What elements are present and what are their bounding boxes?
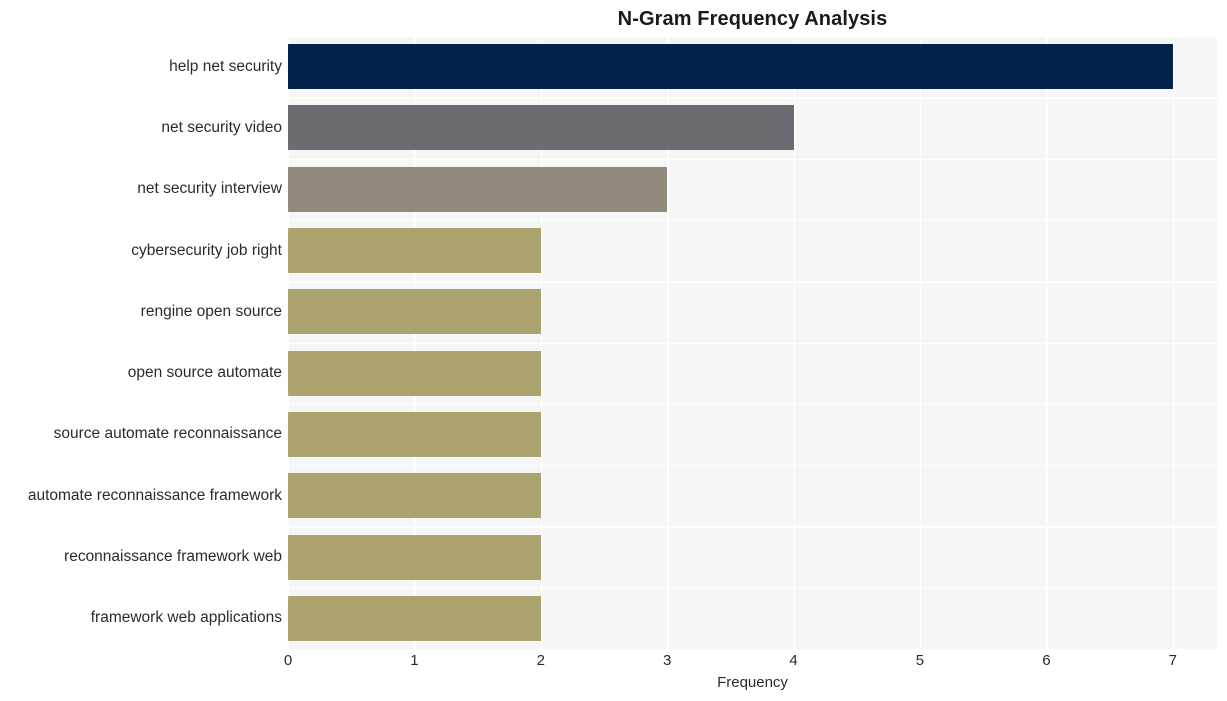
x-tick-label: 1 — [410, 652, 419, 669]
bar — [288, 289, 541, 335]
y-tick-label: automate reconnaissance framework — [27, 486, 282, 504]
bar — [288, 473, 541, 519]
y-tick-label: help net security — [169, 57, 282, 75]
x-tick-label: 5 — [915, 652, 925, 669]
gridline-horizontal — [288, 587, 1217, 590]
y-tick-label: reconnaissance framework web — [64, 548, 282, 566]
y-tick-label: rengine open source — [140, 302, 282, 320]
bar — [288, 411, 541, 457]
gridline-horizontal — [288, 36, 1217, 38]
gridline-horizontal — [288, 403, 1217, 406]
y-tick-label: net security interview — [137, 180, 282, 198]
x-axis-label: Frequency — [717, 674, 788, 691]
bar — [288, 595, 541, 641]
bar — [288, 166, 668, 212]
chart-figure: N-Gram Frequency Analysis help net secur… — [0, 0, 1227, 701]
y-axis-tick-labels: help net security net security video net s… — [0, 36, 282, 649]
x-tick-label: 3 — [663, 652, 672, 669]
bar — [288, 105, 794, 151]
y-tick-label: open source automate — [127, 364, 282, 382]
bar — [288, 350, 541, 396]
gridline-horizontal — [288, 97, 1217, 99]
x-tick-label: 4 — [789, 652, 798, 669]
gridline-horizontal — [288, 281, 1217, 283]
gridline-horizontal — [288, 342, 1217, 344]
x-tick-label: 2 — [536, 652, 545, 669]
plot-area — [288, 36, 1217, 651]
gridline-horizontal — [288, 526, 1217, 528]
y-tick-label: framework web applications — [90, 609, 282, 627]
gridline-horizontal — [288, 219, 1217, 222]
x-tick-label: 6 — [1042, 652, 1051, 669]
bar — [288, 44, 1173, 90]
x-tick-label: 7 — [1168, 652, 1177, 669]
y-tick-label: source automate reconnaissance — [53, 425, 282, 443]
x-axis-tick-labels: 0 1 2 3 4 5 6 7 — [284, 651, 1217, 673]
bar — [288, 534, 541, 580]
gridline-horizontal — [288, 158, 1217, 160]
y-tick-label: net security video — [161, 118, 282, 136]
gridline-horizontal — [288, 465, 1217, 467]
chart-title: N-Gram Frequency Analysis — [617, 8, 888, 30]
bar — [288, 228, 541, 274]
y-tick-label: cybersecurity job right — [131, 241, 282, 259]
x-tick-label: 0 — [283, 652, 293, 669]
